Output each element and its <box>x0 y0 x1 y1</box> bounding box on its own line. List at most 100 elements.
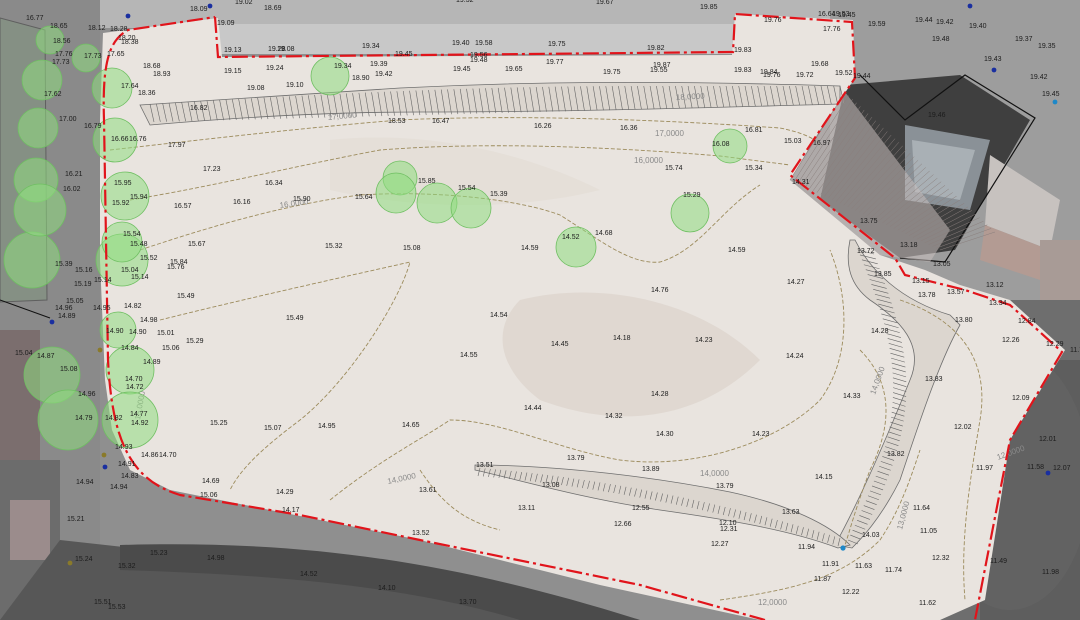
spot-height-label: 14.92 <box>131 420 149 427</box>
spot-height-label: 19.45 <box>838 12 856 19</box>
spot-height-label: 19.44 <box>853 73 871 80</box>
spot-height-label: 19.40 <box>969 23 987 30</box>
spot-height-label: 19.08 <box>247 85 265 92</box>
spot-height-label: 15.49 <box>177 293 195 300</box>
spot-height-label: 17.23 <box>203 166 221 173</box>
spot-height-label: 14.98 <box>140 317 158 324</box>
spot-height-label: 15.01 <box>157 330 175 337</box>
spot-height-label: 19.44 <box>915 17 933 24</box>
spot-height-label: 15.74 <box>665 165 683 172</box>
spot-height-label: 18.36 <box>138 90 156 97</box>
spot-height-label: 19.40 <box>452 40 470 47</box>
spot-height-label: 17.73 <box>84 53 102 60</box>
spot-height-label: 13.79 <box>716 483 734 490</box>
spot-height-label: 19.75 <box>548 41 566 48</box>
spot-height-label: 15.24 <box>75 556 93 563</box>
site-survey-map[interactable]: 18,0000 17,0000 16,0000 16,0000 15,0000 … <box>0 0 1080 620</box>
spot-height-label: 14.68 <box>595 230 613 237</box>
spot-height-label: 19.08 <box>277 46 295 53</box>
spot-height-label: 15.85 <box>418 178 436 185</box>
spot-height-label: 15.08 <box>403 245 421 252</box>
spot-height-label: 16.47 <box>432 118 450 125</box>
spot-height-label: 18.28 <box>110 26 128 33</box>
spot-height-label: 12.31 <box>720 526 738 533</box>
spot-height-label: 14.89 <box>143 359 161 366</box>
spot-height-label: 18.53 <box>388 118 406 125</box>
spot-height-label: 19.37 <box>1015 36 1033 43</box>
spot-height-label: 16.21 <box>65 171 83 178</box>
spot-height-label: 13.72 <box>857 248 875 255</box>
spot-height-label: 18.56 <box>53 38 71 45</box>
spot-height-label: 12.01 <box>1039 436 1057 443</box>
spot-height-label: 13.61 <box>419 487 437 494</box>
spot-height-label: 15.05 <box>66 298 84 305</box>
contour-label: 18,0000 <box>676 91 706 102</box>
spot-height-label: 14.95 <box>93 305 111 312</box>
spot-height-label: 15.29 <box>186 338 204 345</box>
spot-height-label: 13.05 <box>933 261 951 268</box>
spot-height-label: 14.28 <box>651 391 669 398</box>
spot-height-label: 12.22 <box>842 589 860 596</box>
spot-height-label: 13.83 <box>925 376 943 383</box>
spot-height-label: 12.09 <box>1012 395 1030 402</box>
spot-height-label: 14.15 <box>815 474 833 481</box>
spot-height-label: 14.94 <box>76 479 94 486</box>
spot-height-label: 19.34 <box>362 43 380 50</box>
spot-height-label: 13.80 <box>955 317 973 324</box>
spot-height-label: 16.34 <box>265 180 283 187</box>
spot-height-label: 13.08 <box>542 482 560 489</box>
spot-height-label: 15.04 <box>15 350 33 357</box>
spot-height-label: 14.87 <box>37 353 55 360</box>
spot-height-label: 13.15 <box>912 278 930 285</box>
spot-height-label: 19.46 <box>928 112 946 119</box>
spot-height-label: 14.83 <box>121 473 139 480</box>
spot-height-label: 19.87 <box>653 62 671 69</box>
spot-height-label: 19.42 <box>936 19 954 26</box>
spot-height-label: 16.26 <box>534 123 552 130</box>
spot-height-label: 15.25 <box>210 420 228 427</box>
spot-height-label: 14.70 <box>125 376 143 383</box>
tree-canopy <box>416 182 458 224</box>
spot-height-label: 15.54 <box>458 185 476 192</box>
spot-height-label: 19.42 <box>375 71 393 78</box>
spot-height-label: 17.73 <box>52 59 70 66</box>
spot-height-label: 19.67 <box>596 0 614 6</box>
spot-height-label: 15.39 <box>55 261 73 268</box>
spot-height-label: 15.04 <box>121 267 139 274</box>
spot-height-label: 13.34 <box>989 300 1007 307</box>
tree-canopy <box>13 183 67 237</box>
spot-height-label: 19.35 <box>1038 43 1056 50</box>
spot-height-label: 19.45 <box>395 51 413 58</box>
spot-height-label: 15.29 <box>683 192 701 199</box>
spot-height-label: 19.43 <box>984 56 1002 63</box>
spot-height-label: 14.52 <box>300 571 318 578</box>
spot-height-label: 15.39 <box>490 191 508 198</box>
spot-height-label: 13.11 <box>518 505 535 512</box>
spot-height-label: 14.82 <box>105 415 123 422</box>
spot-height-label: 19.59 <box>868 21 886 28</box>
spot-height-label: 14.10 <box>378 585 396 592</box>
spot-height-label: 11.63 <box>855 563 872 570</box>
spot-height-label: 19.85 <box>700 4 718 11</box>
spot-height-label: 19.76 <box>764 17 782 24</box>
spot-height-label: 15.76 <box>167 264 185 271</box>
spot-height-label: 15.34 <box>745 165 763 172</box>
tree-canopy <box>17 107 59 149</box>
spot-height-label: 15.52 <box>140 255 158 262</box>
spot-height-label: 14.84 <box>121 345 139 352</box>
spot-height-label: 15.95 <box>114 180 132 187</box>
spot-height-label: 19.13 <box>224 47 242 54</box>
spot-height-label: 16.79 <box>84 123 102 130</box>
spot-height-label: 19.48 <box>470 57 488 64</box>
spot-height-label: 14.69 <box>202 478 220 485</box>
spot-height-label: 16.08 <box>712 141 730 148</box>
spot-height-label: 16.02 <box>63 186 81 193</box>
spot-height-label: 13.85 <box>874 271 892 278</box>
spot-height-label: 18.65 <box>50 23 68 30</box>
spot-height-label: 12.55 <box>632 505 650 512</box>
spot-height-label: 16.77 <box>26 15 44 22</box>
spot-height-label: 12.29 <box>1046 341 1064 348</box>
spot-height-label: 15.06 <box>200 492 218 499</box>
spot-height-label: 11.74 <box>885 567 902 574</box>
spot-height-label: 17.62 <box>44 91 62 98</box>
